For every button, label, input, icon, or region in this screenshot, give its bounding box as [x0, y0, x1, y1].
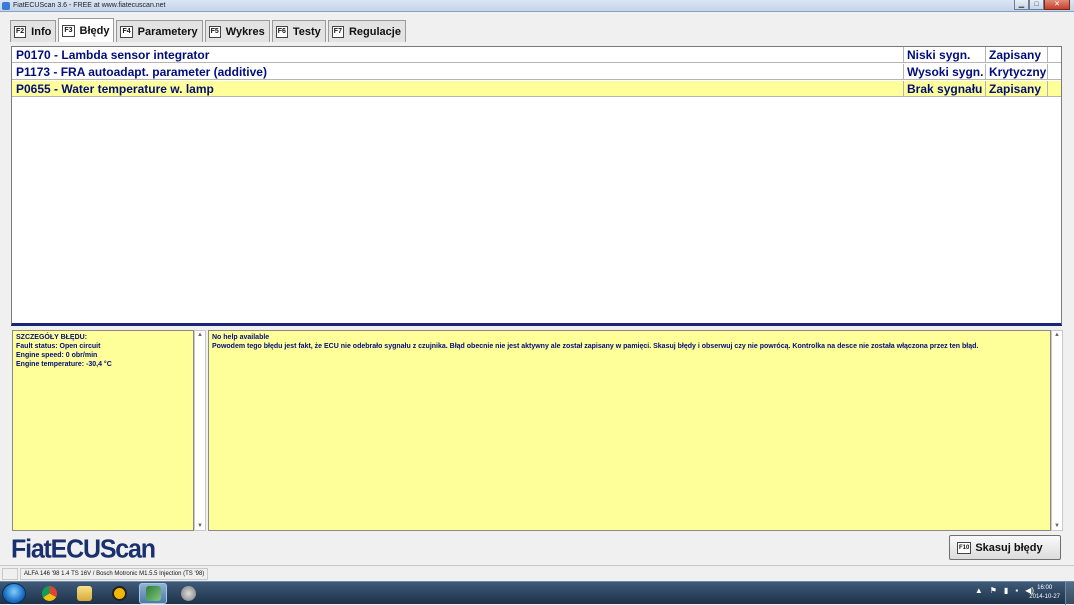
f3-key-icon: F3: [62, 24, 75, 37]
scroll-up-icon[interactable]: ▲: [1052, 331, 1062, 339]
help-text: Powodem tego błędu jest fakt, że ECU nie…: [212, 343, 979, 350]
details-line: Engine speed: 0 obr/min: [16, 352, 98, 359]
tab-label: Wykres: [225, 25, 265, 38]
chrome-taskbar-button[interactable]: [35, 583, 63, 604]
tab-wykres[interactable]: F5 Wykres: [204, 20, 270, 42]
window-controls: ▁ □ ✕: [1014, 0, 1070, 11]
details-line: Fault status: Open circuit: [16, 343, 101, 350]
show-desktop-button[interactable]: [1065, 582, 1074, 605]
network-icon[interactable]: ▪: [1015, 586, 1018, 595]
f2-key-icon: F2: [14, 25, 27, 38]
tab-bar: F2 Info F3 Błędy F4 Parametery F5 Wykres…: [10, 18, 408, 42]
taskbar: ▲ ⚑ ▮ ▪ ◀) 16:00 2014-10-27: [0, 581, 1074, 605]
clear-faults-label: Skasuj błędy: [975, 541, 1043, 554]
tab-label: Testy: [292, 25, 321, 38]
details-heading: SZCZEGÓŁY BŁĘDU:: [16, 334, 88, 341]
gauge-icon: [180, 586, 196, 601]
tab-label: Info: [31, 25, 52, 38]
fiatecuscan-icon: [145, 586, 161, 601]
f7-key-icon: F7: [331, 25, 344, 38]
show-hidden-icon[interactable]: ▲: [975, 586, 983, 595]
clock-date: 2014-10-27: [1029, 594, 1060, 600]
fault-signal: Wysoki sygn.: [903, 64, 985, 79]
fault-row-selected[interactable]: P0655 - Water temperature w. lamp Brak s…: [12, 81, 1061, 97]
app-taskbar-button[interactable]: [105, 583, 133, 604]
help-title: No help available: [212, 334, 270, 341]
tab-regulacje[interactable]: F7 Regulacje: [327, 20, 406, 42]
explorer-taskbar-button[interactable]: [70, 583, 98, 604]
fault-description: P1173 - FRA autoadapt. parameter (additi…: [16, 65, 267, 79]
start-button[interactable]: [2, 583, 26, 604]
clock[interactable]: 16:00 2014-10-27: [1029, 584, 1060, 602]
clear-faults-button[interactable]: F10 Skasuj błędy: [949, 535, 1061, 560]
fault-status: Krytyczny: [985, 64, 1048, 79]
tab-parametery[interactable]: F4 Parametery: [116, 20, 203, 42]
fault-description: P0170 - Lambda sensor integrator: [16, 48, 210, 62]
fault-status: Zapisany: [985, 81, 1048, 96]
help-scrollbar[interactable]: ▲ ▼: [1051, 330, 1063, 531]
status-indicator: [2, 568, 18, 580]
maximize-button[interactable]: □: [1029, 0, 1044, 10]
fault-list[interactable]: P0170 - Lambda sensor integrator Niski s…: [11, 46, 1062, 326]
app-icon: [2, 2, 10, 10]
scroll-down-icon[interactable]: ▼: [195, 522, 205, 530]
title-bar: FiatECUScan 3.6 - FREE at www.fiatecusca…: [0, 0, 1074, 12]
fault-signal: Brak sygnału: [903, 81, 985, 96]
status-bar: ALFA 146 '98 1.4 TS 16V / Bosch Motronic…: [0, 565, 1074, 581]
tab-label: Błędy: [79, 24, 110, 37]
fault-row[interactable]: P0170 - Lambda sensor integrator Niski s…: [12, 47, 1061, 63]
fault-description: P0655 - Water temperature w. lamp: [16, 82, 214, 96]
vehicle-info: ALFA 146 '98 1.4 TS 16V / Bosch Motronic…: [20, 568, 209, 580]
fault-details-panel: SZCZEGÓŁY BŁĘDU: Fault status: Open circ…: [12, 330, 194, 531]
f4-key-icon: F4: [120, 25, 133, 38]
tab-info[interactable]: F2 Info: [10, 20, 57, 42]
fault-status: Zapisany: [985, 47, 1048, 62]
battery-icon[interactable]: ▮: [1004, 586, 1008, 595]
f6-key-icon: F6: [275, 25, 288, 38]
close-button[interactable]: ✕: [1044, 0, 1070, 10]
folder-icon: [76, 586, 92, 601]
app-logo: FiatECUScan: [11, 534, 156, 564]
flag-icon[interactable]: ⚑: [990, 586, 997, 595]
f5-key-icon: F5: [208, 25, 221, 38]
fault-row[interactable]: P1173 - FRA autoadapt. parameter (additi…: [12, 64, 1061, 80]
help-panel: No help available Powodem tego błędu jes…: [208, 330, 1051, 531]
details-line: Engine temperature: -30,4 °C: [16, 361, 112, 368]
clock-time: 16:00: [1037, 585, 1053, 591]
fiatecuscan-taskbar-button[interactable]: [139, 583, 167, 604]
tab-testy[interactable]: F6 Testy: [271, 20, 326, 42]
system-tray: ▲ ⚑ ▮ ▪ ◀): [975, 586, 1034, 595]
details-scrollbar[interactable]: ▲ ▼: [194, 330, 206, 531]
tab-label: Parametery: [137, 25, 198, 38]
f10-key-icon: F10: [957, 541, 972, 554]
chrome-icon: [41, 586, 57, 601]
tab-bledy[interactable]: F3 Błędy: [58, 18, 115, 42]
scroll-up-icon[interactable]: ▲: [195, 331, 205, 339]
window-title: FiatECUScan 3.6 - FREE at www.fiatecusca…: [13, 2, 166, 9]
fault-signal: Niski sygn.: [903, 47, 985, 62]
scroll-down-icon[interactable]: ▼: [1052, 522, 1062, 530]
warning-app-icon: [111, 586, 127, 601]
diagnostic-taskbar-button[interactable]: [174, 583, 202, 604]
minimize-button[interactable]: ▁: [1014, 0, 1029, 10]
tab-label: Regulacje: [348, 25, 401, 38]
